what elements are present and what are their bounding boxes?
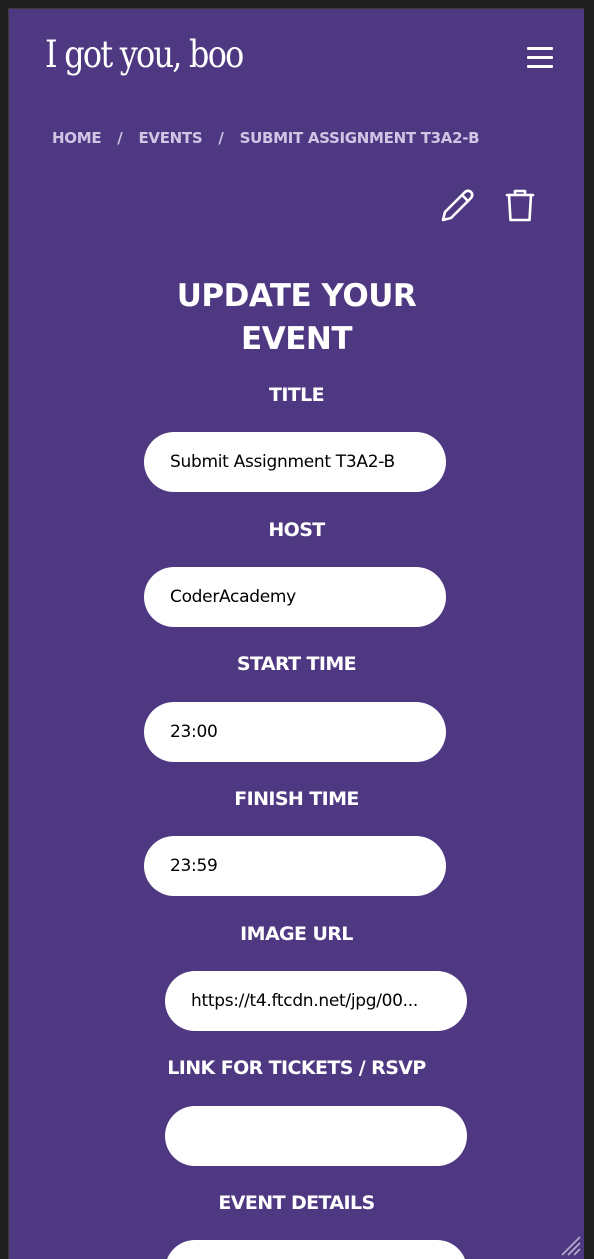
menu-bar xyxy=(527,47,553,50)
page-title: UPDATE YOUR EVENT xyxy=(9,275,584,361)
app-frame: I got you, boo HOME / EVENTS / SUBMIT ASSIGN… xyxy=(8,8,584,1259)
breadcrumb-home[interactable]: HOME xyxy=(52,129,102,147)
title-input[interactable] xyxy=(144,432,446,492)
event-details-input[interactable] xyxy=(165,1240,467,1259)
resize-grip-icon[interactable] xyxy=(558,1233,582,1257)
site-logo[interactable]: I got you, boo xyxy=(45,33,244,76)
image-url-label: IMAGE URL xyxy=(240,923,353,945)
menu-bar xyxy=(527,65,553,68)
start-time-label: START TIME xyxy=(236,653,357,675)
menu-bar xyxy=(527,56,553,59)
tickets-input[interactable] xyxy=(165,1106,467,1166)
host-input[interactable] xyxy=(144,567,446,627)
host-label: HOST xyxy=(268,519,325,541)
page-title-line1: UPDATE YOUR xyxy=(176,278,417,314)
breadcrumb-current[interactable]: SUBMIT ASSIGNMENT T3A2-B xyxy=(240,129,480,147)
breadcrumb: HOME / EVENTS / SUBMIT ASSIGNMENT T3A2-B xyxy=(52,129,480,147)
breadcrumb-separator: / xyxy=(117,129,123,147)
breadcrumb-events[interactable]: EVENTS xyxy=(138,129,202,147)
tickets-label: LINK FOR TICKETS / RSVP xyxy=(167,1057,426,1079)
title-label: TITLE xyxy=(268,384,325,406)
image-url-input[interactable] xyxy=(165,971,467,1031)
trash-icon[interactable] xyxy=(500,186,540,226)
breadcrumb-separator: / xyxy=(218,129,224,147)
pencil-icon[interactable] xyxy=(437,186,477,226)
finish-time-input[interactable] xyxy=(144,836,446,896)
finish-time-label: FINISH TIME xyxy=(234,788,359,810)
page-title-line2: EVENT xyxy=(241,321,352,357)
event-details-label: EVENT DETAILS xyxy=(218,1192,375,1214)
hamburger-menu-icon[interactable] xyxy=(523,43,559,73)
start-time-input[interactable] xyxy=(144,702,446,762)
